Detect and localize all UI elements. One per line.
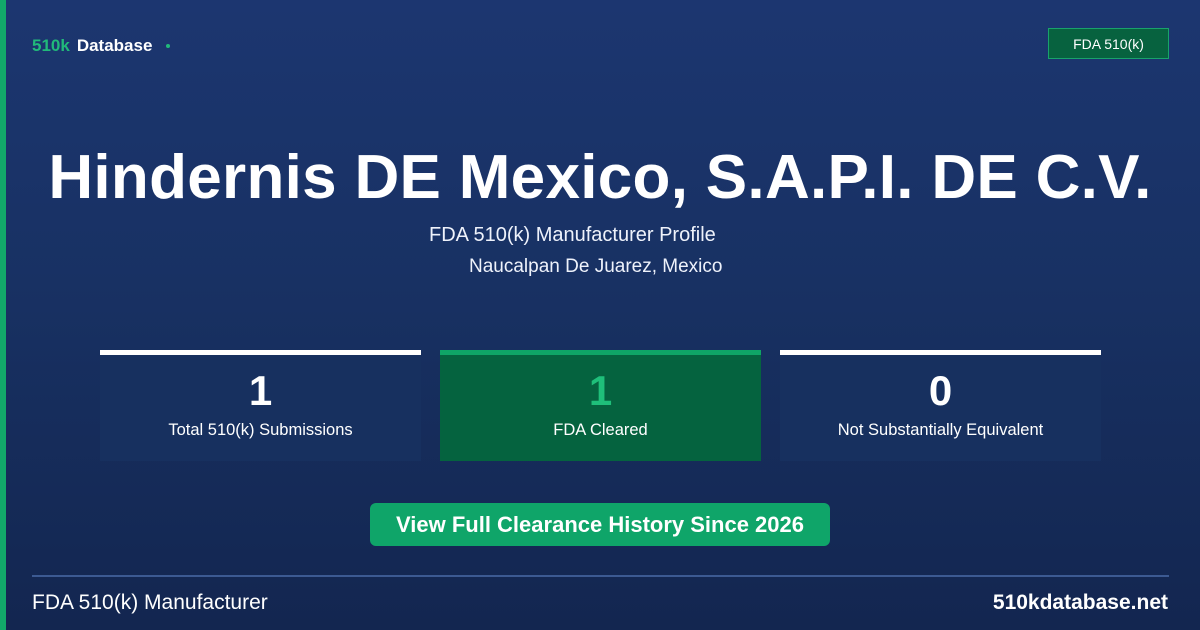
stat-value: 1 — [248, 367, 273, 414]
profile-subtitle: FDA 510(k) Manufacturer Profile — [429, 224, 716, 246]
brand-accent-text: 510k — [32, 36, 70, 55]
stat-card-fda-cleared: 1 FDA Cleared — [440, 350, 761, 461]
stat-label: Not Substantially Equivalent — [837, 421, 1044, 439]
stat-label: Total 510(k) Submissions — [168, 421, 353, 439]
fda-510k-badge: FDA 510(k) — [1048, 28, 1169, 59]
stat-card-total-submissions: 1 Total 510(k) Submissions — [100, 350, 421, 461]
manufacturer-title: Hindernis DE Mexico, S.A.P.I. DE C.V. — [48, 143, 1152, 212]
view-clearance-history-button[interactable]: View Full Clearance History Since 2026 — [370, 503, 830, 546]
stat-value: 1 — [588, 367, 613, 414]
brand-name-text: Database — [76, 36, 153, 55]
brand-dot-icon — [166, 44, 171, 48]
stat-card-not-substantially-equivalent: 0 Not Substantially Equivalent — [780, 350, 1101, 461]
brand-logo[interactable]: 510k Database — [32, 36, 171, 56]
footer-divider — [32, 575, 1169, 577]
footer-category-text: FDA 510(k) Manufacturer — [32, 591, 268, 614]
stat-value: 0 — [928, 367, 953, 414]
footer-site-link[interactable]: 510kdatabase.net — [993, 591, 1168, 615]
left-accent-bar — [0, 0, 6, 630]
manufacturer-location: Naucalpan De Juarez, Mexico — [469, 256, 723, 277]
stat-label: FDA Cleared — [553, 421, 648, 439]
